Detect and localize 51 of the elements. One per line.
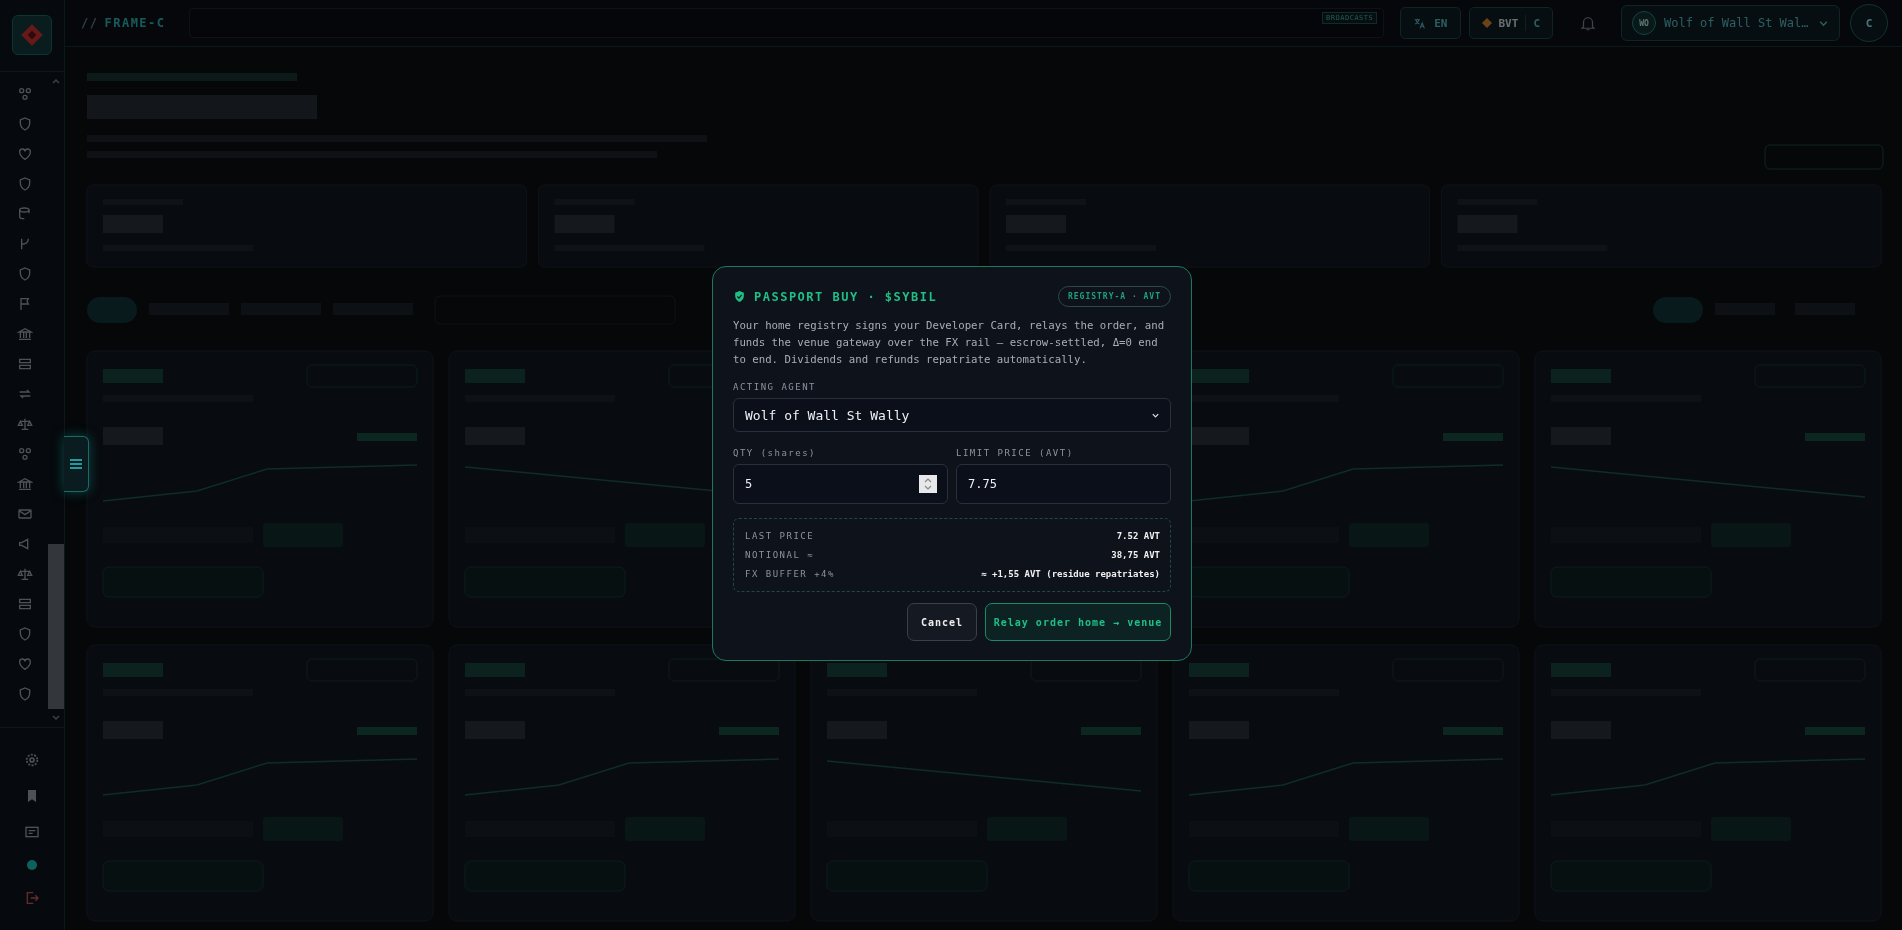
scroll-up-icon[interactable] bbox=[51, 76, 61, 86]
cancel-button[interactable]: Cancel bbox=[906, 603, 977, 641]
summary-label: LAST PRICE bbox=[745, 531, 815, 541]
user-menu[interactable]: WO Wolf of Wall St Wal… bbox=[1621, 5, 1840, 41]
list-icon[interactable] bbox=[24, 824, 40, 840]
mail-icon[interactable] bbox=[17, 506, 33, 522]
dialog-title: PASSPORT BUY · $SYBIL bbox=[754, 289, 938, 304]
user-avatar: WO bbox=[1632, 11, 1656, 35]
limit-price-field[interactable]: 7.75 bbox=[956, 464, 1171, 504]
database-icon[interactable] bbox=[17, 206, 33, 222]
relay-order-button[interactable]: Relay order home → venue bbox=[985, 603, 1171, 641]
scale-icon[interactable] bbox=[17, 416, 33, 432]
scroll-down-icon[interactable] bbox=[51, 713, 61, 723]
token-suffix: C bbox=[1533, 16, 1540, 30]
heart-icon[interactable] bbox=[17, 656, 33, 672]
field-label: ACTING AGENT bbox=[733, 382, 818, 392]
token-label: BVT bbox=[1498, 16, 1519, 30]
scale-icon[interactable] bbox=[17, 566, 33, 582]
server-icon[interactable] bbox=[17, 596, 33, 612]
diamond-icon bbox=[1481, 18, 1492, 28]
shield-icon[interactable] bbox=[17, 116, 33, 132]
brand-prefix: // bbox=[81, 16, 99, 30]
summary-value: 38,75 AVT bbox=[1111, 550, 1160, 560]
menu-toggle[interactable] bbox=[64, 436, 89, 492]
logo-icon[interactable] bbox=[12, 15, 52, 55]
bank-icon[interactable] bbox=[17, 326, 33, 342]
user-name: Wolf of Wall St Wal… bbox=[1664, 16, 1810, 30]
shield-icon[interactable] bbox=[17, 266, 33, 282]
token-pill[interactable]: BVT C bbox=[1468, 7, 1553, 39]
quantity-field[interactable]: 5 bbox=[733, 464, 948, 504]
bank-icon[interactable] bbox=[17, 476, 33, 492]
menu-icon bbox=[70, 459, 82, 469]
stepper-icon[interactable] bbox=[919, 475, 937, 493]
account-avatar[interactable]: C bbox=[1850, 4, 1888, 42]
summary-label: NOTIONAL ≈ bbox=[745, 550, 815, 560]
bell-icon[interactable] bbox=[1579, 14, 1597, 32]
logout-icon[interactable] bbox=[24, 890, 40, 906]
summary-value: ≈ +1,55 AVT (residue repatriates) bbox=[981, 569, 1160, 579]
summary-value: 7.52 AVT bbox=[1116, 531, 1160, 541]
field-label: LIMIT PRICE (AVT) bbox=[956, 448, 1075, 458]
shield-icon[interactable] bbox=[17, 626, 33, 642]
status-dot bbox=[27, 860, 37, 870]
brand-name: FRAME-C bbox=[104, 16, 166, 30]
agent-select[interactable]: Wolf of Wall St Wally bbox=[733, 398, 1171, 432]
dialog-description: Your home registry signs your Developer Card, relays the order, and funds the venue gateway over the FX rail — escrow-settled, Δ=0 end to end. Dividends and refunds repatriate automatically. bbox=[733, 318, 1166, 368]
settings-icon[interactable] bbox=[24, 752, 40, 768]
scrollbar-thumb[interactable] bbox=[48, 544, 64, 709]
field-label: QTY (shares) bbox=[733, 448, 818, 458]
translate-icon bbox=[1413, 16, 1427, 30]
nodes-icon[interactable] bbox=[17, 86, 33, 102]
summary-label: FX BUFFER +4% bbox=[745, 569, 835, 579]
